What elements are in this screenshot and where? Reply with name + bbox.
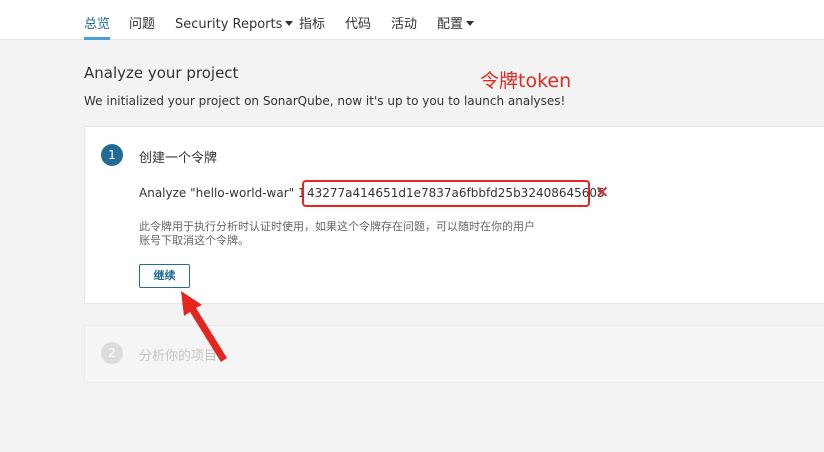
- tab-administration[interactable]: 配置: [437, 17, 475, 33]
- tab-security-reports-label: Security Reports: [175, 17, 283, 32]
- tab-code[interactable]: 代码: [345, 17, 371, 33]
- step-title-analyze-project: 分析你的项目: [139, 349, 218, 364]
- tab-overview[interactable]: 总览: [84, 17, 111, 40]
- page-description: We initialized your project on SonarQube…: [84, 94, 566, 108]
- step-title-create-token: 创建一个令牌: [139, 151, 218, 166]
- token-help-line-1: 此令牌用于执行分析时认证时使用，如果这个令牌存在问题，可以随时在你的用户: [139, 220, 535, 233]
- step-number-2: 2: [101, 342, 123, 364]
- top-navigation: 总览 问题 Security Reports 指标 代码 活动 配置: [0, 0, 824, 40]
- tab-security-reports[interactable]: Security Reports: [175, 17, 294, 33]
- chevron-down-icon: [285, 21, 294, 26]
- tab-administration-label: 配置: [437, 17, 464, 32]
- page-title: Analyze your project: [84, 64, 239, 82]
- annotation-token-label: 令牌token: [480, 70, 572, 92]
- token-value[interactable]: 43277a414651d1e7837a6fbbfd25b32408645605: [302, 180, 605, 207]
- delete-token-icon[interactable]: ×: [595, 182, 611, 202]
- step-create-token-card: 1 创建一个令牌 Analyze "hello-world-war" 1: 此令…: [84, 126, 824, 304]
- token-prefix: Analyze "hello-world-war" 1:: [139, 186, 310, 200]
- tab-activity[interactable]: 活动: [391, 17, 417, 33]
- tab-issues[interactable]: 问题: [129, 17, 155, 33]
- token-help-line-2: 账号下取消这个令牌。: [139, 234, 249, 247]
- chevron-down-icon: [466, 21, 475, 26]
- token-help-text: 此令牌用于执行分析时认证时使用，如果这个令牌存在问题，可以随时在你的用户 账号下…: [139, 220, 589, 248]
- step-analyze-project-card: 2 分析你的项目: [84, 325, 824, 383]
- tab-measures[interactable]: 指标: [299, 17, 325, 33]
- continue-button[interactable]: 继续: [139, 264, 190, 288]
- step-number-1: 1: [101, 144, 123, 166]
